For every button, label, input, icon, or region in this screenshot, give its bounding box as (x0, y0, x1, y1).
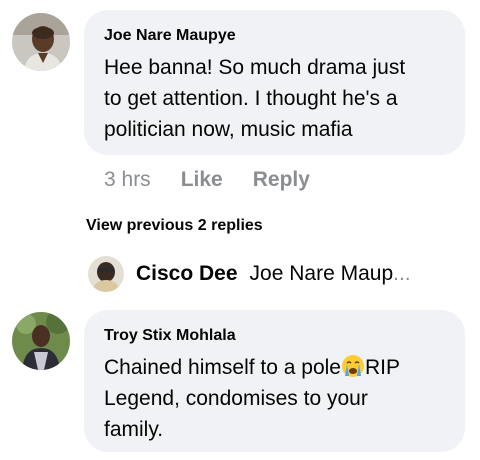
comment-text-line: family. (104, 418, 164, 441)
avatar-joe[interactable] (12, 13, 70, 71)
profile-photo (88, 256, 124, 292)
reply-button[interactable]: Reply (253, 166, 310, 194)
crying-face-emoji (341, 355, 364, 377)
profile-photo (12, 312, 70, 370)
reply-snippet-text: Joe Nare Maup (249, 262, 394, 285)
view-previous-replies-link[interactable]: View previous 2 replies (86, 216, 263, 236)
comment-text-line: Hee banna! So much drama just (104, 56, 406, 79)
comment-author[interactable]: Troy Stix Mohlala (104, 326, 447, 346)
reply-ellipsis: ... (393, 262, 411, 285)
avatar-troy[interactable] (12, 312, 70, 370)
comment-text-line: to get attention. I thought he's a (104, 87, 398, 110)
profile-photo (12, 13, 70, 71)
reply-author: Cisco Dee (136, 262, 238, 285)
avatar-cisco (88, 256, 124, 292)
comment-timestamp[interactable]: 3 hrs (104, 166, 151, 194)
comment-actions: 3 hrs Like Reply (104, 166, 310, 194)
reply-snippet: Joe Nare Maup... (250, 262, 411, 286)
like-button[interactable]: Like (181, 166, 223, 194)
comment-text-line: politician now, music mafia (104, 118, 353, 141)
comment-text-segment: Chained himself to a pole (104, 356, 341, 379)
comment-bubble: Troy Stix Mohlala Chained himself to a p… (84, 310, 465, 452)
comment-author[interactable]: Joe Nare Maupye (104, 26, 447, 46)
reply-preview[interactable]: Cisco Dee Joe Nare Maup... (88, 256, 411, 292)
comment-text-segment: RIP (364, 356, 400, 379)
comment-thread: Joe Nare Maupye Hee banna! So much drama… (0, 0, 480, 460)
comment-bubble: Joe Nare Maupye Hee banna! So much drama… (84, 10, 465, 155)
comment-text-line: Chained himself to a pole RIP (104, 352, 447, 383)
comment-text-line: Legend, condomises to your (104, 387, 368, 410)
